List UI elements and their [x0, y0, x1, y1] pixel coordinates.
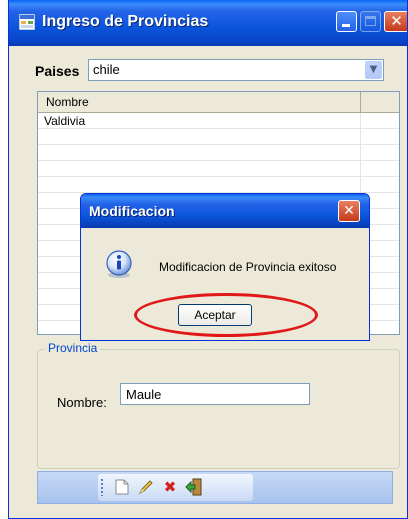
info-icon — [106, 250, 132, 278]
edit-pencil-icon[interactable] — [136, 477, 156, 497]
maximize-button[interactable] — [360, 11, 381, 32]
delete-x-icon[interactable]: ✖ — [160, 477, 180, 497]
row-cell-nombre: Valdivia — [44, 114, 86, 128]
grid-header: Nombre — [38, 92, 399, 113]
column-header-nombre[interactable]: Nombre — [38, 92, 361, 112]
toolbar-grip[interactable] — [101, 479, 103, 496]
close-icon: ✕ — [343, 203, 355, 219]
dialog-message: Modificacion de Provincia exitoso — [159, 260, 337, 274]
window-title: Ingreso de Provincias — [42, 13, 209, 30]
new-document-icon[interactable] — [112, 477, 132, 497]
table-row-empty — [38, 161, 399, 177]
maximize-icon — [365, 16, 376, 26]
paises-selected-value: chile — [93, 62, 120, 77]
dialog-titlebar[interactable]: Modificacion ✕ — [81, 194, 369, 228]
exit-door-icon[interactable] — [184, 477, 204, 497]
app-form-icon — [19, 14, 35, 30]
table-row-empty — [38, 145, 399, 161]
paises-label: Paises — [35, 63, 80, 79]
aceptar-button[interactable]: Aceptar — [178, 304, 252, 326]
chevron-down-icon: ▼ — [369, 64, 378, 75]
minimize-button[interactable] — [336, 11, 357, 32]
provincia-group-title: Provincia — [45, 341, 101, 355]
dialog-title: Modificacion — [89, 203, 175, 219]
table-row-empty — [38, 129, 399, 145]
toolbar: ✖ — [98, 474, 253, 501]
close-button[interactable]: ✕ — [384, 11, 407, 32]
combo-dropdown-button[interactable]: ▼ — [365, 61, 382, 79]
nombre-input-value: Maule — [126, 387, 162, 402]
toolbar-strip: ✖ — [37, 471, 393, 504]
nombre-label: Nombre: — [57, 395, 107, 410]
window-titlebar[interactable]: Ingreso de Provincias ✕ — [9, 0, 407, 46]
dialog-close-button[interactable]: ✕ — [338, 200, 360, 222]
paises-combobox[interactable]: chile ▼ — [88, 59, 384, 81]
table-row[interactable]: Valdivia — [38, 113, 399, 129]
modificacion-dialog: Modificacion ✕ Modificacion de Provincia… — [80, 193, 370, 341]
close-icon: ✕ — [390, 12, 403, 30]
column-header-label: Nombre — [46, 95, 89, 109]
table-row-empty — [38, 177, 399, 193]
minimize-icon — [342, 24, 350, 27]
nombre-input[interactable]: Maule — [120, 383, 310, 405]
